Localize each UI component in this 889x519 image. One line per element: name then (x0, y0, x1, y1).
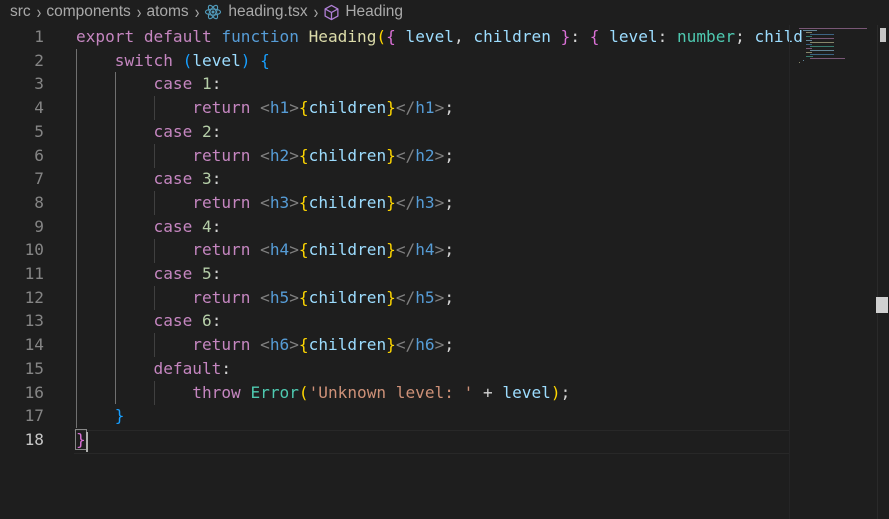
minimap[interactable] (789, 25, 878, 519)
minimap-line (806, 36, 813, 37)
text-cursor-icon (876, 297, 888, 313)
line-number: 10 (24, 240, 44, 260)
code-line: 7 case 3: (0, 167, 789, 191)
react-icon (204, 3, 222, 21)
breadcrumb: src › components › atoms › heading.tsx ›… (0, 0, 889, 24)
breadcrumb-label: Heading (345, 3, 404, 20)
code-text: return <h2>{children}</h2>; (192, 145, 455, 165)
code-text: export default function Heading({ level,… (76, 27, 803, 46)
minimap-line (809, 46, 835, 47)
code-text: case 2: (153, 121, 222, 141)
line-number: 16 (24, 382, 44, 402)
chevron-right-icon: › (194, 1, 200, 23)
line-number: 12 (24, 287, 44, 307)
code-text: } (114, 406, 125, 426)
code-text: return <h1>{children}</h1>; (192, 98, 455, 118)
code-text: default: (153, 358, 232, 378)
cube-icon (323, 4, 340, 21)
scrollbar-thumb[interactable] (880, 28, 886, 42)
line-number: 17 (24, 406, 44, 426)
code-line: 1 export default function Heading({ level… (0, 25, 803, 49)
minimap-line (806, 44, 813, 45)
breadcrumb-label: components (46, 3, 131, 20)
code-line: 13 case 6: (0, 309, 789, 333)
line-number: 5 (34, 121, 44, 141)
code-text: case 5: (153, 264, 222, 283)
code-text: case 6: (153, 311, 222, 331)
line-number: 14 (24, 335, 44, 355)
code-line: 12 return <h5>{children}</h5>; (0, 286, 789, 310)
code-line: 18} (0, 428, 789, 452)
minimap-line (809, 38, 835, 39)
code-text: return <h6>{children}</h6>; (192, 335, 455, 355)
minimap-line (799, 28, 867, 29)
breadcrumb-item-atoms[interactable]: atoms (146, 3, 188, 21)
code-line: 4 return <h1>{children}</h1>; (0, 96, 789, 120)
vertical-scrollbar[interactable] (877, 25, 889, 519)
code-text: throw Error('Unknown level: ' + level); (192, 382, 571, 402)
breadcrumb-label: atoms (146, 3, 189, 20)
chevron-right-icon: › (136, 1, 142, 23)
line-number: 6 (34, 145, 44, 165)
chevron-right-icon: › (313, 1, 319, 23)
minimap-line (802, 30, 817, 31)
minimap-line (806, 32, 813, 33)
minimap-line (799, 62, 800, 63)
line-number: 7 (34, 169, 44, 189)
code-line: 6 return <h2>{children}</h2>; (0, 144, 789, 168)
line-number: 8 (34, 192, 44, 212)
code-line: 5 case 2: (0, 120, 789, 144)
breadcrumb-item-symbol[interactable]: Heading (323, 3, 403, 21)
code-text: return <h3>{children}</h3>; (192, 192, 455, 212)
line-number: 13 (24, 311, 44, 331)
code-line: 3 case 1: (0, 72, 789, 96)
line-number: 9 (34, 216, 44, 236)
code-editor[interactable]: 1 export default function Heading({ level… (0, 25, 803, 519)
breadcrumb-label: src (10, 3, 31, 20)
code-text: switch (level) { (114, 50, 270, 70)
line-number: 4 (34, 98, 44, 118)
code-text: return <h4>{children}</h4>; (192, 240, 455, 260)
code-line: 10 return <h4>{children}</h4>; (0, 238, 789, 262)
code-text: return <h5>{children}</h5>; (192, 287, 455, 307)
chevron-right-icon: › (36, 1, 42, 23)
code-text: case 4: (153, 216, 222, 236)
code-text: case 1: (153, 74, 222, 94)
text-cursor (86, 432, 88, 452)
code-text: } (75, 428, 87, 450)
minimap-line (809, 54, 835, 55)
breadcrumb-item-src[interactable]: src (10, 3, 31, 21)
code-line: 8 return <h3>{children}</h3>; (0, 191, 789, 215)
minimap-line (809, 42, 835, 43)
line-number: 3 (34, 74, 44, 94)
minimap-line (806, 40, 813, 41)
line-number: 11 (24, 264, 44, 283)
line-number: 2 (34, 50, 44, 70)
line-number: 18 (24, 429, 44, 449)
breadcrumb-item-file[interactable]: heading.tsx (204, 3, 308, 21)
code-line: 9 case 4: (0, 215, 789, 239)
minimap-line (806, 52, 813, 53)
code-line: 14 return <h6>{children}</h6>; (0, 333, 789, 357)
code-line: 16 throw Error('Unknown level: ' + level… (0, 381, 789, 405)
minimap-line (809, 34, 835, 35)
code-line: 11 case 5: (0, 262, 789, 286)
line-number: 1 (34, 27, 44, 46)
minimap-line (802, 60, 804, 61)
minimap-line (809, 50, 835, 51)
code-line: 17 } (0, 404, 789, 428)
code-text: case 3: (153, 169, 222, 189)
code-line: 2 switch (level) { (0, 49, 789, 73)
minimap-line (806, 56, 814, 57)
breadcrumb-item-components[interactable]: components (46, 3, 130, 21)
minimap-line (809, 58, 845, 59)
breadcrumb-label: heading.tsx (228, 3, 308, 20)
code-line: 15 default: (0, 357, 789, 381)
minimap-line (806, 48, 813, 49)
line-number: 15 (24, 358, 44, 378)
